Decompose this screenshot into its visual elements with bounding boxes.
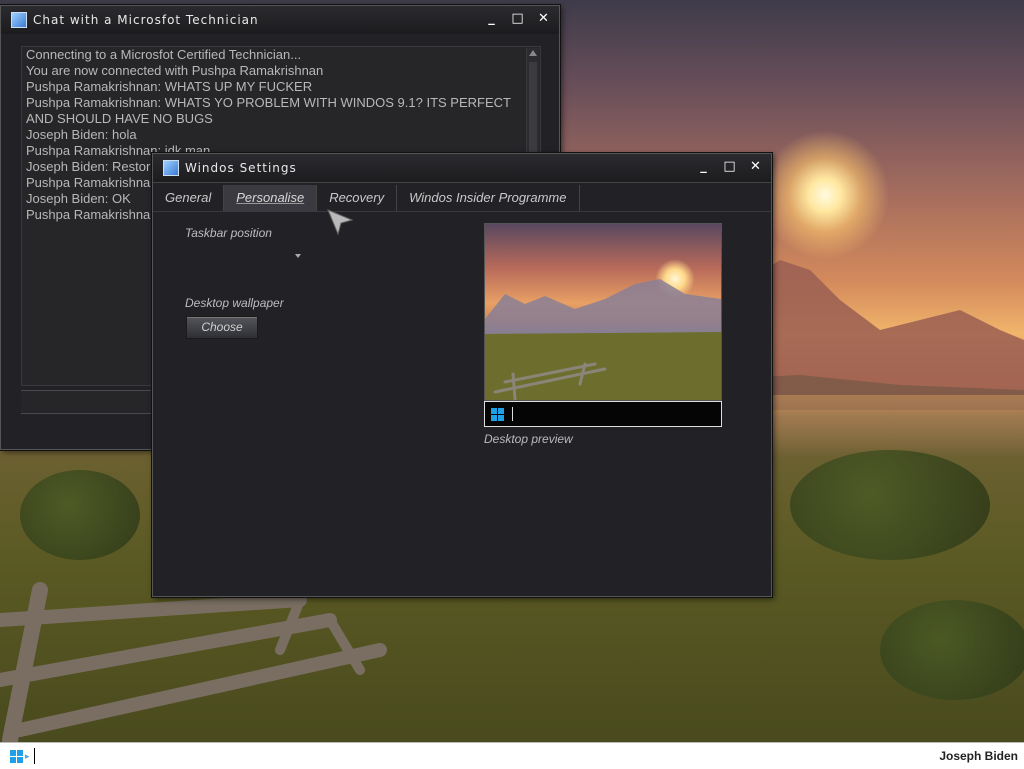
settings-tabs: General Personalise Recovery Windos Insi… bbox=[153, 185, 771, 212]
chat-message: Pushpa Ramakrishnan: WHATS UP MY FUCKER bbox=[26, 79, 313, 94]
preview-landscape bbox=[485, 279, 721, 400]
maximize-button[interactable]: □ bbox=[511, 12, 525, 26]
tab-general[interactable]: General bbox=[153, 185, 225, 211]
taskbar: ▸ Joseph Biden bbox=[0, 742, 1024, 769]
wallpaper-sun bbox=[760, 130, 890, 260]
maximize-button[interactable]: □ bbox=[723, 160, 737, 174]
chat-message: Pushpa Ramakrishnan: WHATS YO PROBLEM WI… bbox=[26, 95, 511, 126]
tab-insider-programme[interactable]: Windos Insider Programme bbox=[397, 185, 580, 211]
minimize-button[interactable]: _ bbox=[697, 160, 711, 174]
chat-window-title: Chat with a Microsfot Technician bbox=[33, 13, 259, 27]
wallpaper-bush bbox=[880, 600, 1024, 700]
taskbar-position-label: Taskbar position bbox=[185, 226, 272, 240]
close-button[interactable]: ✕ bbox=[749, 160, 763, 174]
taskbar-user-name[interactable]: Joseph Biden bbox=[939, 749, 1018, 763]
minimize-button[interactable]: _ bbox=[485, 12, 499, 26]
desktop-wallpaper-label: Desktop wallpaper bbox=[185, 296, 284, 310]
settings-window: Windos Settings _ □ ✕ General Personalis… bbox=[152, 153, 772, 597]
chat-message: Joseph Biden: hola bbox=[26, 127, 137, 142]
start-arrow-icon: ▸ bbox=[25, 750, 30, 761]
desktop-preview-caption: Desktop preview bbox=[484, 432, 573, 446]
tab-personalise[interactable]: Personalise bbox=[224, 185, 318, 211]
scroll-up-arrow-icon[interactable] bbox=[529, 50, 537, 56]
chat-app-icon bbox=[11, 12, 27, 28]
close-button[interactable]: ✕ bbox=[537, 12, 551, 26]
settings-window-title: Windos Settings bbox=[185, 161, 297, 175]
choose-wallpaper-button[interactable]: Choose bbox=[186, 316, 258, 339]
taskbar-separator bbox=[33, 748, 35, 764]
mouse-cursor-icon bbox=[327, 209, 354, 236]
settings-titlebar[interactable]: Windos Settings _ □ ✕ bbox=[153, 154, 771, 183]
preview-taskbar-separator bbox=[512, 407, 513, 421]
wallpaper-bush bbox=[790, 450, 990, 560]
desktop-preview-image bbox=[484, 223, 722, 401]
taskbar-position-dropdown-icon[interactable] bbox=[295, 254, 301, 258]
preview-taskbar bbox=[484, 401, 722, 427]
chat-message: You are now connected with Pushpa Ramakr… bbox=[26, 63, 324, 78]
chat-message: Connecting to a Microsfot Certified Tech… bbox=[26, 47, 302, 62]
settings-app-icon bbox=[163, 160, 179, 176]
start-button[interactable]: ▸ bbox=[10, 749, 30, 763]
windows-logo-icon bbox=[491, 407, 504, 421]
wallpaper-bush bbox=[20, 470, 140, 560]
chat-titlebar[interactable]: Chat with a Microsfot Technician _ □ ✕ bbox=[1, 6, 559, 34]
windows-logo-icon bbox=[10, 749, 23, 763]
